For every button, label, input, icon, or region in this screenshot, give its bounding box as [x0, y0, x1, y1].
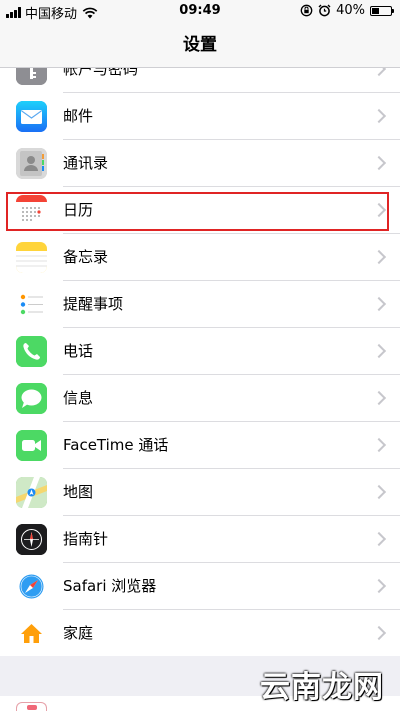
chevron-right-icon: [371, 68, 387, 77]
chevron-right-icon: [371, 155, 387, 171]
watermark-logo: 云南龙网: [260, 670, 384, 705]
settings-row[interactable]: 邮件: [0, 93, 400, 140]
settings-row-label: Safari 浏览器: [63, 577, 157, 595]
maps-icon: [16, 477, 47, 508]
settings-row-label: 信息: [63, 389, 94, 407]
settings-row[interactable]: 备忘录: [0, 234, 400, 281]
chevron-right-icon: [371, 296, 387, 312]
chevron-right-icon: [371, 437, 387, 453]
settings-row[interactable]: 指南针: [0, 516, 400, 563]
mail-icon: [16, 101, 47, 132]
settings-row-label: 提醒事项: [63, 295, 124, 313]
settings-row[interactable]: 通讯录: [0, 140, 400, 187]
settings-row[interactable]: 地图: [0, 469, 400, 516]
contacts-icon: [16, 148, 47, 179]
settings-row-label: 家庭: [63, 624, 94, 642]
chevron-right-icon: [371, 343, 387, 359]
settings-row[interactable]: 电话: [0, 328, 400, 375]
chevron-right-icon: [371, 484, 387, 500]
reminders-icon: [16, 289, 47, 320]
status-right: 40%: [300, 3, 394, 18]
battery-icon: [370, 5, 394, 16]
messages-icon: [16, 383, 47, 414]
settings-row[interactable]: 帐户与密码: [0, 68, 400, 93]
settings-row[interactable]: 家庭: [0, 610, 400, 657]
compass-icon: [16, 524, 47, 555]
chevron-right-icon: [371, 578, 387, 594]
phone-icon: [16, 336, 47, 367]
settings-row-label: 地图: [63, 483, 94, 501]
chevron-right-icon: [371, 249, 387, 265]
status-bar: 中国移动 09:49 40%: [0, 0, 400, 22]
settings-row-label: 帐户与密码: [63, 68, 139, 78]
home-icon: [16, 618, 47, 649]
chevron-right-icon: [371, 625, 387, 641]
facetime-icon: [16, 430, 47, 461]
calendar-highlight-box: [6, 192, 389, 231]
settings-row-label: 指南针: [63, 530, 109, 548]
chevron-right-icon: [371, 390, 387, 406]
chevron-right-icon: [371, 531, 387, 547]
orientation-lock-icon: [300, 4, 313, 17]
safari-icon: [16, 571, 47, 602]
settings-row-label: 邮件: [63, 107, 94, 125]
battery-fill: [372, 7, 380, 14]
settings-row-label: 备忘录: [63, 248, 109, 266]
page-title: 设置: [0, 22, 400, 68]
key-icon: [16, 68, 47, 85]
alarm-icon: [318, 4, 331, 17]
battery-percent: 40%: [336, 3, 365, 18]
settings-row[interactable]: FaceTime 通话: [0, 422, 400, 469]
settings-row[interactable]: 提醒事项: [0, 281, 400, 328]
settings-row[interactable]: Safari 浏览器: [0, 563, 400, 610]
notes-icon: [16, 242, 47, 273]
settings-list: 帐户与密码 邮件 通讯录 日历 备忘录 提醒事项 电话 信息 FaceTime 通话 地图 指南针 S…: [0, 68, 400, 657]
settings-row[interactable]: 信息: [0, 375, 400, 422]
app-icon-peek: [16, 702, 47, 711]
settings-row-label: 通讯录: [63, 154, 109, 172]
chevron-right-icon: [371, 108, 387, 124]
settings-row-label: 电话: [63, 342, 94, 360]
settings-row-label: FaceTime 通话: [63, 436, 169, 454]
